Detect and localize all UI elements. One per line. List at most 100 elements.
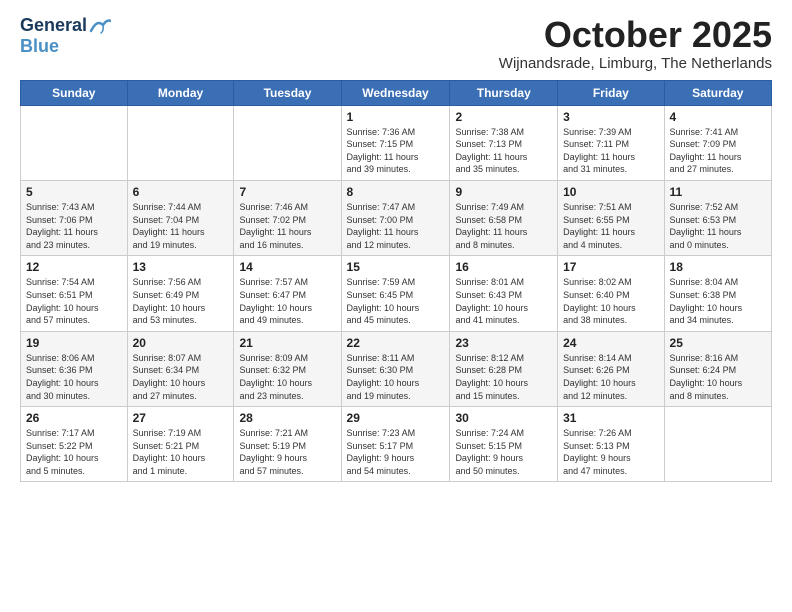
weekday-header-saturday: Saturday bbox=[664, 80, 771, 105]
day-info: Sunrise: 8:11 AM Sunset: 6:30 PM Dayligh… bbox=[347, 352, 445, 402]
calendar-cell: 27 Sunrise: 7:19 AM Sunset: 5:21 PM Dayli… bbox=[127, 407, 234, 482]
weekday-header-tuesday: Tuesday bbox=[234, 80, 341, 105]
weekday-header-wednesday: Wednesday bbox=[341, 80, 450, 105]
day-number: 7 bbox=[239, 185, 335, 199]
calendar-cell: 15Sunrise: 7:59 AM Sunset: 6:45 PM Dayli… bbox=[341, 256, 450, 331]
day-info: Sunrise: 7:51 AM Sunset: 6:55 PM Dayligh… bbox=[563, 201, 658, 251]
day-number: 29 bbox=[347, 411, 445, 425]
logo-blue: Blue bbox=[20, 36, 59, 56]
day-number: 22 bbox=[347, 336, 445, 350]
day-info: Sunrise: 7:52 AM Sunset: 6:53 PM Dayligh… bbox=[670, 201, 766, 251]
calendar-cell: 30Sunrise: 7:24 AM Sunset: 5:15 PM Dayli… bbox=[450, 407, 558, 482]
calendar-cell: 26 Sunrise: 7:17 AM Sunset: 5:22 PM Dayli… bbox=[21, 407, 128, 482]
calendar-cell: 24 Sunrise: 8:14 AM Sunset: 6:26 PM Dayli… bbox=[558, 331, 664, 406]
calendar-cell bbox=[127, 105, 234, 180]
day-number: 13 bbox=[133, 260, 229, 274]
calendar-week-row-3: 12 Sunrise: 7:54 AM Sunset: 6:51 PM Dayli… bbox=[21, 256, 772, 331]
day-number: 16 bbox=[455, 260, 552, 274]
day-info: Sunrise: 7:43 AM Sunset: 7:06 PM Dayligh… bbox=[26, 201, 122, 251]
logo-general: General bbox=[20, 15, 87, 36]
day-number: 23 bbox=[455, 336, 552, 350]
day-info: Sunrise: 7:24 AM Sunset: 5:15 PM Dayligh… bbox=[455, 427, 552, 477]
day-number: 19 bbox=[26, 336, 122, 350]
day-info: Sunrise: 7:47 AM Sunset: 7:00 PM Dayligh… bbox=[347, 201, 445, 251]
calendar-cell: 31 Sunrise: 7:26 AM Sunset: 5:13 PM Dayli… bbox=[558, 407, 664, 482]
day-info: Sunrise: 7:46 AM Sunset: 7:02 PM Dayligh… bbox=[239, 201, 335, 251]
day-number: 26 bbox=[26, 411, 122, 425]
calendar-week-row-1: 1Sunrise: 7:36 AM Sunset: 7:15 PM Daylig… bbox=[21, 105, 772, 180]
day-info: Sunrise: 8:07 AM Sunset: 6:34 PM Dayligh… bbox=[133, 352, 229, 402]
day-info: Sunrise: 8:04 AM Sunset: 6:38 PM Dayligh… bbox=[670, 276, 766, 326]
calendar-cell: 17Sunrise: 8:02 AM Sunset: 6:40 PM Dayli… bbox=[558, 256, 664, 331]
logo: General Blue bbox=[20, 15, 111, 57]
weekday-header-thursday: Thursday bbox=[450, 80, 558, 105]
calendar-cell: 20 Sunrise: 8:07 AM Sunset: 6:34 PM Dayli… bbox=[127, 331, 234, 406]
calendar-cell: 14 Sunrise: 7:57 AM Sunset: 6:47 PM Dayli… bbox=[234, 256, 341, 331]
day-info: Sunrise: 8:09 AM Sunset: 6:32 PM Dayligh… bbox=[239, 352, 335, 402]
calendar-cell: 22 Sunrise: 8:11 AM Sunset: 6:30 PM Dayli… bbox=[341, 331, 450, 406]
day-info: Sunrise: 7:49 AM Sunset: 6:58 PM Dayligh… bbox=[455, 201, 552, 251]
day-number: 15 bbox=[347, 260, 445, 274]
calendar-week-row-4: 19Sunrise: 8:06 AM Sunset: 6:36 PM Dayli… bbox=[21, 331, 772, 406]
day-number: 27 bbox=[133, 411, 229, 425]
page: General Blue October 2025 Wijnandsrade, … bbox=[0, 0, 792, 492]
day-number: 11 bbox=[670, 185, 766, 199]
day-info: Sunrise: 7:23 AM Sunset: 5:17 PM Dayligh… bbox=[347, 427, 445, 477]
calendar-cell: 4 Sunrise: 7:41 AM Sunset: 7:09 PM Daylig… bbox=[664, 105, 771, 180]
day-info: Sunrise: 7:17 AM Sunset: 5:22 PM Dayligh… bbox=[26, 427, 122, 477]
day-info: Sunrise: 8:16 AM Sunset: 6:24 PM Dayligh… bbox=[670, 352, 766, 402]
weekday-header-monday: Monday bbox=[127, 80, 234, 105]
day-number: 21 bbox=[239, 336, 335, 350]
day-info: Sunrise: 7:39 AM Sunset: 7:11 PM Dayligh… bbox=[563, 126, 658, 176]
calendar-cell bbox=[234, 105, 341, 180]
calendar-cell: 13 Sunrise: 7:56 AM Sunset: 6:49 PM Dayli… bbox=[127, 256, 234, 331]
calendar-cell: 28Sunrise: 7:21 AM Sunset: 5:19 PM Dayli… bbox=[234, 407, 341, 482]
calendar-table: SundayMondayTuesdayWednesdayThursdayFrid… bbox=[20, 80, 772, 483]
day-info: Sunrise: 7:41 AM Sunset: 7:09 PM Dayligh… bbox=[670, 126, 766, 176]
day-info: Sunrise: 8:14 AM Sunset: 6:26 PM Dayligh… bbox=[563, 352, 658, 402]
day-number: 14 bbox=[239, 260, 335, 274]
calendar-cell: 11 Sunrise: 7:52 AM Sunset: 6:53 PM Dayli… bbox=[664, 180, 771, 255]
location: Wijnandsrade, Limburg, The Netherlands bbox=[499, 55, 772, 72]
calendar-cell bbox=[664, 407, 771, 482]
calendar-cell: 2Sunrise: 7:38 AM Sunset: 7:13 PM Daylig… bbox=[450, 105, 558, 180]
calendar-cell: 25Sunrise: 8:16 AM Sunset: 6:24 PM Dayli… bbox=[664, 331, 771, 406]
weekday-header-row: SundayMondayTuesdayWednesdayThursdayFrid… bbox=[21, 80, 772, 105]
day-number: 24 bbox=[563, 336, 658, 350]
weekday-header-friday: Friday bbox=[558, 80, 664, 105]
day-info: Sunrise: 8:12 AM Sunset: 6:28 PM Dayligh… bbox=[455, 352, 552, 402]
calendar-cell bbox=[21, 105, 128, 180]
day-number: 20 bbox=[133, 336, 229, 350]
day-info: Sunrise: 7:57 AM Sunset: 6:47 PM Dayligh… bbox=[239, 276, 335, 326]
calendar-cell: 1Sunrise: 7:36 AM Sunset: 7:15 PM Daylig… bbox=[341, 105, 450, 180]
calendar-cell: 29 Sunrise: 7:23 AM Sunset: 5:17 PM Dayli… bbox=[341, 407, 450, 482]
calendar-cell: 12 Sunrise: 7:54 AM Sunset: 6:51 PM Dayli… bbox=[21, 256, 128, 331]
day-info: Sunrise: 8:01 AM Sunset: 6:43 PM Dayligh… bbox=[455, 276, 552, 326]
day-number: 18 bbox=[670, 260, 766, 274]
month-title: October 2025 bbox=[499, 15, 772, 55]
day-info: Sunrise: 8:02 AM Sunset: 6:40 PM Dayligh… bbox=[563, 276, 658, 326]
day-number: 10 bbox=[563, 185, 658, 199]
calendar-cell: 7 Sunrise: 7:46 AM Sunset: 7:02 PM Daylig… bbox=[234, 180, 341, 255]
day-number: 8 bbox=[347, 185, 445, 199]
calendar-cell: 18 Sunrise: 8:04 AM Sunset: 6:38 PM Dayli… bbox=[664, 256, 771, 331]
day-info: Sunrise: 7:26 AM Sunset: 5:13 PM Dayligh… bbox=[563, 427, 658, 477]
calendar-cell: 10 Sunrise: 7:51 AM Sunset: 6:55 PM Dayli… bbox=[558, 180, 664, 255]
logo-bird-icon bbox=[89, 17, 111, 35]
day-info: Sunrise: 7:56 AM Sunset: 6:49 PM Dayligh… bbox=[133, 276, 229, 326]
calendar-cell: 6Sunrise: 7:44 AM Sunset: 7:04 PM Daylig… bbox=[127, 180, 234, 255]
calendar-cell: 5Sunrise: 7:43 AM Sunset: 7:06 PM Daylig… bbox=[21, 180, 128, 255]
day-info: Sunrise: 7:54 AM Sunset: 6:51 PM Dayligh… bbox=[26, 276, 122, 326]
day-info: Sunrise: 7:36 AM Sunset: 7:15 PM Dayligh… bbox=[347, 126, 445, 176]
day-number: 31 bbox=[563, 411, 658, 425]
day-number: 3 bbox=[563, 110, 658, 124]
title-block: October 2025 Wijnandsrade, Limburg, The … bbox=[499, 15, 772, 72]
day-number: 12 bbox=[26, 260, 122, 274]
day-info: Sunrise: 7:19 AM Sunset: 5:21 PM Dayligh… bbox=[133, 427, 229, 477]
calendar-cell: 19Sunrise: 8:06 AM Sunset: 6:36 PM Dayli… bbox=[21, 331, 128, 406]
calendar-cell: 3 Sunrise: 7:39 AM Sunset: 7:11 PM Daylig… bbox=[558, 105, 664, 180]
calendar-cell: 23 Sunrise: 8:12 AM Sunset: 6:28 PM Dayli… bbox=[450, 331, 558, 406]
header: General Blue October 2025 Wijnandsrade, … bbox=[20, 15, 772, 72]
day-number: 4 bbox=[670, 110, 766, 124]
calendar-cell: 9Sunrise: 7:49 AM Sunset: 6:58 PM Daylig… bbox=[450, 180, 558, 255]
